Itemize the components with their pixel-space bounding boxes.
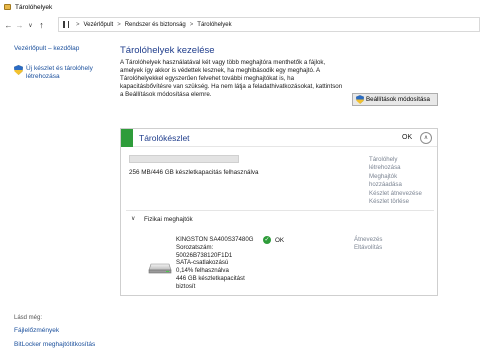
storage-pool-panel: Tárolókészlet OK ∧ 256 MB/446 GB készlet…	[120, 128, 438, 296]
physical-drive-details: KINGSTON SA400S37480G Sorozatszám: 50026…	[176, 236, 296, 291]
control-panel-home-link[interactable]: Vezérlőpult – kezdőlap	[14, 45, 79, 52]
window-title: Tárolóhelyek	[15, 3, 53, 11]
breadcrumb-system-security[interactable]: Rendszer és biztonság	[125, 22, 186, 28]
storage-spaces-app-icon	[4, 4, 11, 10]
ok-check-icon: ✓	[263, 236, 271, 244]
change-settings-button[interactable]: Beállítások módosítása	[352, 93, 438, 106]
up-arrow-icon[interactable]: ↑	[36, 18, 47, 32]
storage-pool-title: Tárolókészlet	[139, 133, 190, 143]
storage-pool-status: OK	[402, 134, 413, 141]
pool-capacity-bar	[129, 155, 239, 163]
drive-serial-value: 50026B738120F1D1	[176, 251, 233, 259]
bitlocker-link[interactable]: BitLocker meghajtótitkosítás	[14, 341, 95, 348]
storage-pool-header: Tárolókészlet OK ∧	[121, 129, 437, 147]
page-description: A Tárolóhelyek használatával két vagy tö…	[120, 59, 343, 98]
create-pool-link-label[interactable]: Új készlet és tárolóhely létrehozása	[26, 65, 96, 81]
drive-capacity-cont: biztosít	[176, 282, 196, 290]
add-drives-action-cont[interactable]: hozzáadása	[369, 181, 435, 189]
add-drives-action[interactable]: Meghajtók	[369, 173, 435, 181]
rename-pool-action[interactable]: Készlet átnevezése	[369, 190, 435, 198]
forward-arrow-icon[interactable]: →	[14, 18, 25, 32]
address-field[interactable]: > Vezérlőpult > Rendszer és biztonság > …	[58, 17, 480, 32]
drive-capacity: 446 GB készletkapacitást	[176, 274, 245, 282]
file-history-link[interactable]: Fájlelőzmények	[14, 327, 59, 334]
drive-usage: 0,14% felhasználva	[176, 267, 229, 275]
breadcrumb-separator-icon[interactable]: >	[190, 22, 194, 28]
breadcrumb-separator-icon[interactable]: >	[76, 22, 80, 28]
change-settings-label: Beállítások módosítása	[366, 96, 430, 103]
admin-shield-icon	[14, 65, 23, 75]
back-arrow-icon[interactable]: ←	[3, 18, 14, 32]
section-divider	[126, 210, 434, 211]
see-also-label: Lásd még:	[14, 315, 43, 321]
expand-chevron-icon[interactable]: ∨	[131, 215, 135, 222]
drive-actions: Átnevezés Eltávolítás	[354, 236, 382, 252]
drive-connection: SATA-csatlakozású	[176, 259, 229, 267]
pool-status-bar	[121, 129, 133, 147]
pool-capacity-text: 256 MB/446 GB készletkapacitás felhaszná…	[129, 169, 259, 176]
create-pool-link[interactable]: Új készlet és tárolóhely létrehozása	[14, 65, 96, 81]
hard-drive-icon	[148, 263, 172, 274]
control-panel-icon	[63, 21, 69, 28]
address-bar: ← → ∨ ↑ > Vezérlőpult > Rendszer és bizt…	[0, 14, 480, 36]
title-bar: Tárolóhelyek	[0, 0, 480, 14]
breadcrumb-storage-spaces[interactable]: Tárolóhelyek	[197, 22, 231, 28]
pool-actions: Tárolóhely létrehozása Meghajtók hozzáad…	[369, 156, 435, 206]
page-title: Tárolóhelyek kezelése	[120, 45, 215, 56]
recent-locations-chevron-icon[interactable]: ∨	[25, 18, 36, 32]
admin-shield-icon	[356, 95, 364, 104]
drive-serial-label: Sorozatszám:	[176, 243, 214, 251]
create-storage-space-action-cont[interactable]: létrehozása	[369, 164, 435, 172]
breadcrumb-separator-icon[interactable]: >	[117, 22, 121, 28]
drive-status: ✓ OK	[263, 236, 284, 244]
collapse-chevron-icon[interactable]: ∧	[420, 132, 432, 144]
delete-pool-action[interactable]: Készlet törlése	[369, 198, 435, 206]
remove-drive-action[interactable]: Eltávolítás	[354, 244, 382, 252]
drive-status-text: OK	[275, 236, 285, 244]
physical-drives-label: Fizikai meghajtók	[144, 216, 193, 223]
create-storage-space-action[interactable]: Tárolóhely	[369, 156, 435, 164]
rename-drive-action[interactable]: Átnevezés	[354, 236, 382, 244]
breadcrumb-control-panel[interactable]: Vezérlőpult	[84, 22, 114, 28]
